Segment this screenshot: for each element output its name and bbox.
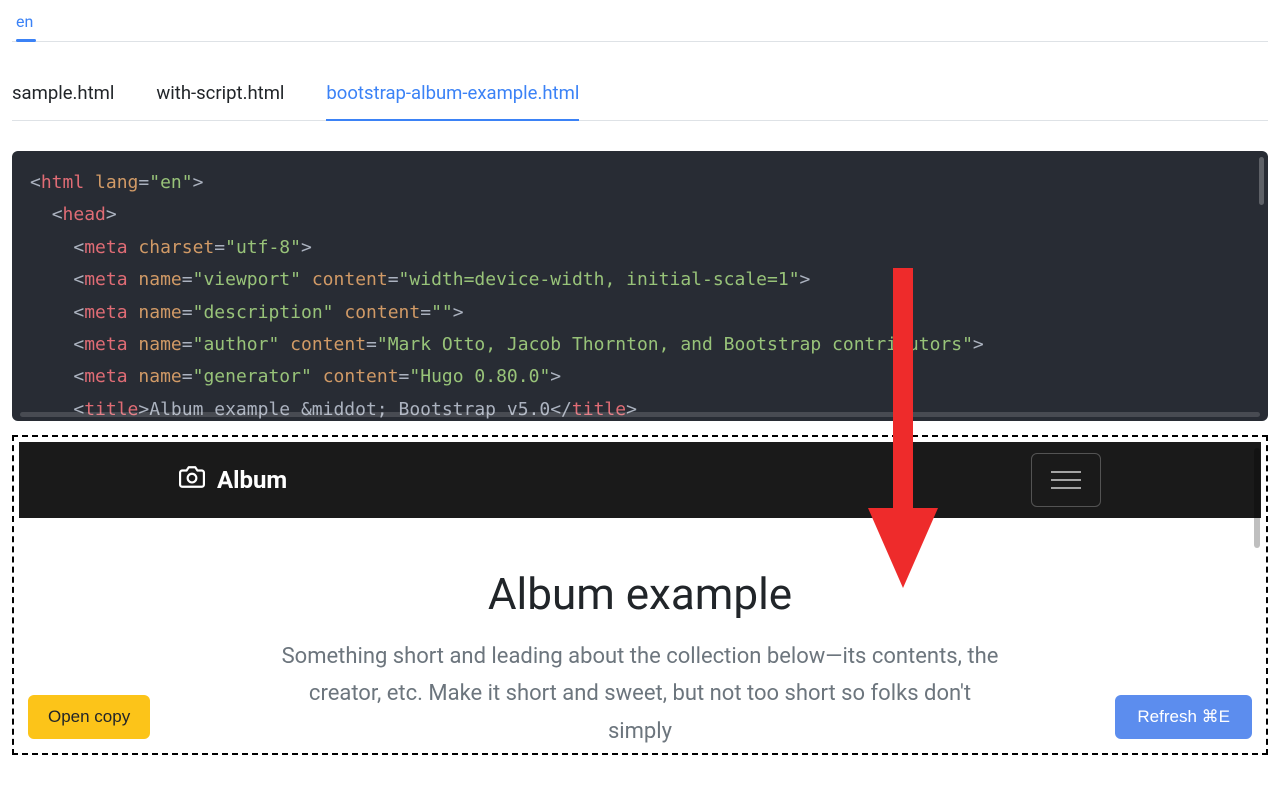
camera-icon: [179, 464, 205, 496]
horizontal-scrollbar[interactable]: [20, 412, 1260, 417]
language-tabs: en: [12, 12, 1268, 42]
code-line: <html lang="en">: [30, 167, 1250, 199]
preview-content[interactable]: Album Album example Something short and …: [19, 442, 1261, 748]
navbar-toggle-button[interactable]: [1031, 453, 1101, 507]
preview-vertical-scrollbar[interactable]: [1254, 448, 1260, 548]
code-line: <meta name="author" content="Mark Otto, …: [30, 329, 1250, 361]
hero-lead: Something short and leading about the co…: [279, 638, 1001, 748]
file-tab-bootstrap-album[interactable]: bootstrap-album-example.html: [326, 82, 579, 108]
lang-tab-en[interactable]: en: [16, 12, 33, 41]
vertical-scrollbar[interactable]: [1259, 157, 1264, 205]
code-line: <meta charset="utf-8">: [30, 232, 1250, 264]
navbar-brand[interactable]: Album: [179, 464, 287, 496]
hero-title: Album example: [279, 568, 1001, 620]
navbar-brand-text: Album: [217, 466, 287, 494]
preview-navbar: Album: [19, 442, 1261, 518]
hamburger-icon: [1051, 471, 1081, 489]
file-tab-with-script[interactable]: with-script.html: [156, 82, 284, 108]
code-line: <meta name="description" content="">: [30, 297, 1250, 329]
file-tabs: sample.html with-script.html bootstrap-a…: [12, 82, 1268, 121]
preview-pane: Album Album example Something short and …: [12, 435, 1268, 755]
code-line: <head>: [30, 199, 1250, 231]
refresh-button[interactable]: Refresh ⌘E: [1115, 695, 1252, 739]
code-line: <meta name="viewport" content="width=dev…: [30, 264, 1250, 296]
open-copy-button[interactable]: Open copy: [28, 695, 150, 739]
code-editor[interactable]: <html lang="en"> <head> <meta charset="u…: [12, 151, 1268, 421]
preview-hero: Album example Something short and leadin…: [19, 518, 1261, 748]
code-line: <meta name="generator" content="Hugo 0.8…: [30, 361, 1250, 393]
file-tab-sample[interactable]: sample.html: [12, 82, 114, 108]
